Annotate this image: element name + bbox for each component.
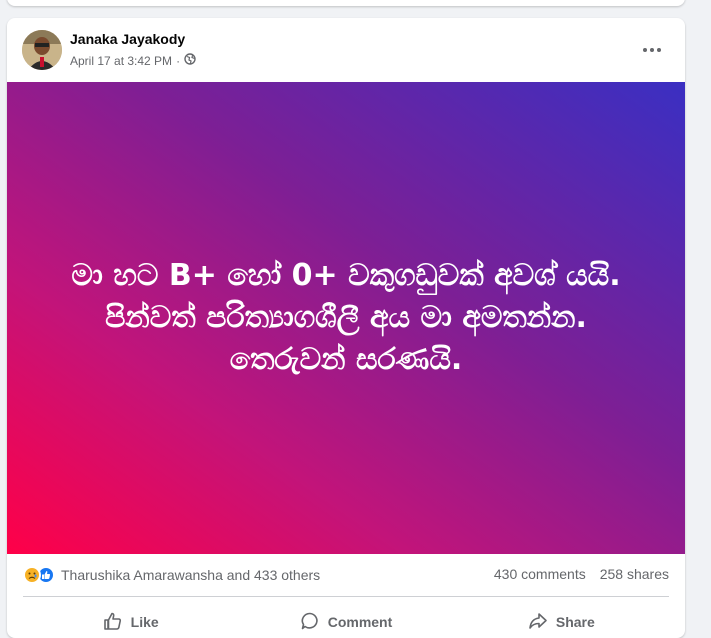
reactors-text[interactable]: Tharushika Amarawansha and 433 others — [61, 567, 320, 583]
author-avatar[interactable] — [22, 30, 62, 70]
share-button[interactable]: Share — [454, 600, 669, 638]
globe-icon[interactable] — [184, 53, 196, 68]
share-icon — [528, 611, 548, 634]
like-button[interactable]: Like — [23, 600, 238, 638]
author-name[interactable]: Janaka Jayakody — [70, 31, 185, 47]
more-dot-icon — [657, 48, 661, 52]
meta-separator: · — [176, 53, 181, 68]
share-label: Share — [555, 614, 595, 630]
comment-label: Comment — [327, 614, 393, 630]
shares-count[interactable]: 258 shares — [600, 566, 669, 582]
engagement-counts: 430 comments 258 shares — [494, 566, 669, 582]
comment-icon — [300, 611, 320, 634]
post-meta: April 17 at 3:42 PM · — [70, 53, 196, 68]
sad-icon — [23, 566, 41, 584]
post-timestamp[interactable]: April 17 at 3:42 PM — [70, 54, 172, 68]
comment-button[interactable]: Comment — [238, 600, 453, 638]
reactions-summary[interactable]: Tharushika Amarawansha and 433 others — [23, 566, 320, 584]
thumbs-up-icon — [103, 611, 123, 634]
more-dot-icon — [643, 48, 647, 52]
more-dot-icon — [650, 48, 654, 52]
post-header: Janaka Jayakody April 17 at 3:42 PM · — [7, 18, 685, 82]
post-card: Janaka Jayakody April 17 at 3:42 PM · මා… — [7, 18, 685, 638]
like-label: Like — [130, 614, 159, 630]
actions-divider — [23, 596, 669, 597]
post-actions: Like Comment Share — [23, 600, 669, 638]
comments-count[interactable]: 430 comments — [494, 566, 586, 582]
post-background: මා හට B+ හෝ 0+ වකුගඩුවක් අවශ් යයි. පින්ව… — [7, 82, 685, 554]
more-options-button[interactable] — [636, 38, 668, 62]
previous-post-card — [7, 0, 685, 6]
post-stats: Tharushika Amarawansha and 433 others 43… — [7, 554, 685, 594]
post-text: මා හට B+ හෝ 0+ වකුගඩුවක් අවශ් යයි. පින්ව… — [71, 258, 621, 377]
